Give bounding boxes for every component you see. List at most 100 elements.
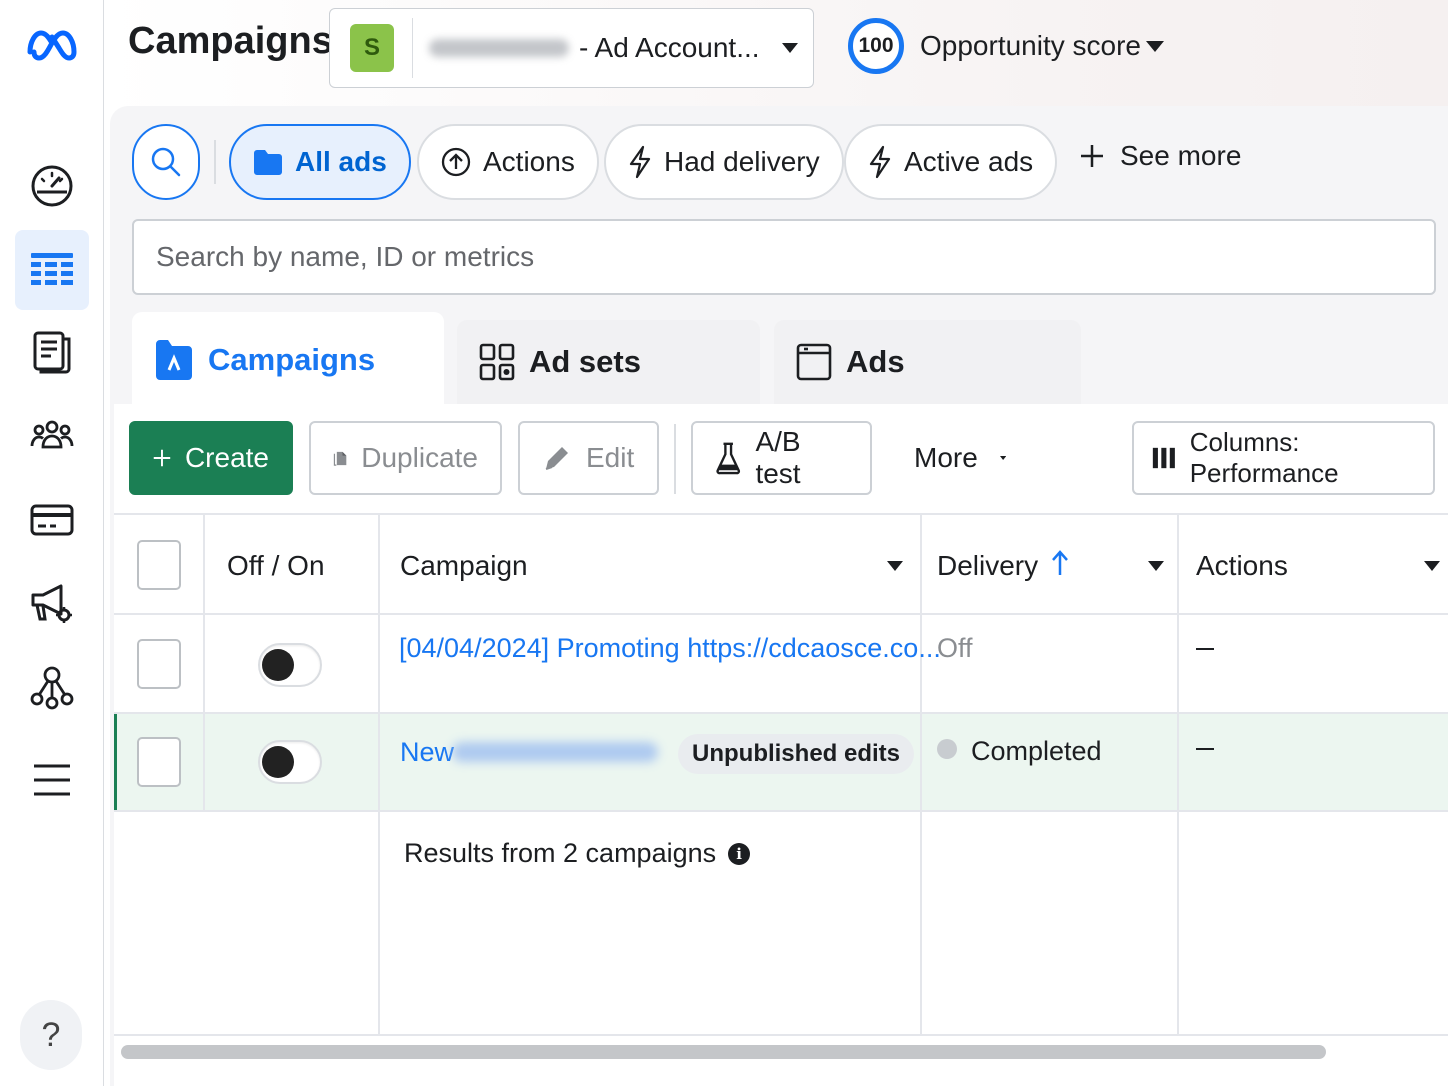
- divider: [114, 1034, 1448, 1036]
- left-nav-rail: ?: [0, 0, 104, 1086]
- divider: [412, 18, 413, 78]
- campaign-on-off-toggle[interactable]: [258, 643, 322, 687]
- more-label: More: [914, 442, 978, 473]
- actions-empty-value: [1196, 648, 1214, 650]
- folder-icon: [254, 150, 282, 175]
- column-header-actions[interactable]: Actions: [1196, 550, 1288, 582]
- pages-icon: [33, 331, 71, 374]
- search-input[interactable]: [132, 219, 1436, 295]
- divider: [203, 513, 205, 812]
- all-tools-menu-icon: [34, 764, 70, 796]
- chip-label: Active ads: [904, 146, 1034, 177]
- chip-label: Actions: [483, 146, 575, 177]
- help-button[interactable]: ?: [20, 1000, 82, 1070]
- account-avatar: S: [350, 24, 394, 72]
- filter-chip-actions[interactable]: Actions: [417, 124, 599, 200]
- business-network-icon: [30, 666, 74, 710]
- tab-campaigns[interactable]: Campaigns: [132, 312, 444, 408]
- ad-account-selector[interactable]: S - Ad Account...: [329, 8, 814, 88]
- delivery-status: Off: [937, 633, 973, 663]
- columns-performance-button[interactable]: Columns: Performance: [1132, 421, 1435, 495]
- opportunity-score-badge[interactable]: 100: [848, 18, 904, 74]
- billing-card-icon: [30, 504, 74, 536]
- unpublished-edits-badge: Unpublished edits: [678, 734, 915, 774]
- nav-audiences[interactable]: [15, 396, 89, 476]
- row-checkbox[interactable]: [137, 639, 181, 689]
- tab-label: Ads: [846, 344, 905, 379]
- duplicate-button[interactable]: Duplicate: [309, 421, 502, 495]
- horizontal-scrollbar[interactable]: [121, 1045, 1326, 1059]
- toggle-knob: [262, 746, 294, 778]
- see-more-filters-button[interactable]: See more: [1080, 140, 1241, 172]
- edit-label: Edit: [586, 442, 635, 473]
- tab-ad-sets[interactable]: Ad sets: [457, 320, 760, 404]
- column-header-off-on[interactable]: Off / On: [227, 550, 325, 582]
- column-header-label: Delivery: [937, 550, 1039, 581]
- flask-icon: [716, 442, 741, 475]
- lightning-icon: [629, 145, 651, 179]
- opportunity-score-label[interactable]: Opportunity score: [920, 30, 1141, 62]
- arrow-up-circle-icon: [441, 147, 471, 177]
- chip-label: All ads: [295, 146, 387, 177]
- tab-label: Ad sets: [529, 344, 641, 379]
- duplicate-icon: [333, 451, 347, 466]
- nav-all-tools[interactable]: [15, 740, 89, 820]
- caret-down-icon: [999, 456, 1006, 460]
- select-all-checkbox[interactable]: [137, 540, 181, 590]
- tab-ads[interactable]: Ads: [774, 320, 1081, 404]
- filter-chip-all-ads[interactable]: All ads: [229, 124, 411, 200]
- nav-ad-settings[interactable]: [15, 564, 89, 644]
- caret-down-icon[interactable]: [1146, 41, 1164, 52]
- divider: [214, 140, 216, 184]
- caret-down-icon[interactable]: [1148, 561, 1164, 571]
- campaign-on-off-toggle[interactable]: [258, 740, 322, 784]
- ab-test-button[interactable]: A/B test: [691, 421, 872, 495]
- nav-business[interactable]: [15, 648, 89, 728]
- ad-settings-icon: [31, 584, 72, 623]
- row-selected-indicator: [114, 714, 117, 810]
- redacted-account-name: [429, 39, 569, 57]
- divider: [1177, 513, 1179, 1036]
- campaign-table-icon: [31, 253, 73, 285]
- campaign-name-link[interactable]: [04/04/2024] Promoting https://cdcaosce.…: [399, 633, 941, 664]
- campaign-icon: [156, 340, 192, 380]
- account-name: - Ad Account...: [579, 32, 760, 63]
- results-summary: Results from 2 campaigns i: [404, 838, 751, 869]
- edit-button[interactable]: Edit: [518, 421, 659, 495]
- column-header-delivery[interactable]: Delivery: [937, 550, 1070, 582]
- sort-ascending-icon: [1052, 550, 1069, 575]
- nav-billing[interactable]: [15, 480, 89, 560]
- audiences-icon: [30, 420, 74, 449]
- ab-test-label: A/B test: [755, 426, 801, 489]
- info-icon[interactable]: i: [728, 842, 751, 865]
- actions-empty-value: [1196, 748, 1214, 750]
- divider: [674, 424, 676, 494]
- plus-icon: [153, 449, 171, 467]
- nav-pages[interactable]: [15, 312, 89, 392]
- nav-dashboard[interactable]: [15, 146, 89, 226]
- divider: [114, 513, 1448, 515]
- pencil-icon: [545, 447, 568, 470]
- columns-icon: [1152, 447, 1175, 469]
- row-checkbox[interactable]: [137, 737, 181, 787]
- divider: [920, 513, 922, 1036]
- caret-down-icon[interactable]: [1424, 561, 1440, 571]
- filter-chip-active-ads[interactable]: Active ads: [844, 124, 1058, 200]
- status-dot: [937, 739, 957, 759]
- nav-campaigns[interactable]: [15, 230, 89, 310]
- meta-logo-icon[interactable]: [24, 24, 80, 64]
- search-toggle-button[interactable]: [132, 124, 200, 200]
- delivery-status: Completed: [971, 736, 1102, 766]
- caret-down-icon: [781, 43, 798, 53]
- page-title: Campaigns: [128, 20, 333, 62]
- column-header-campaign[interactable]: Campaign: [400, 550, 528, 582]
- lightning-icon: [869, 145, 891, 179]
- campaign-name-link[interactable]: New: [400, 737, 454, 768]
- create-button[interactable]: Create: [129, 421, 293, 495]
- chip-label: Had delivery: [664, 146, 820, 177]
- caret-down-icon[interactable]: [887, 561, 903, 571]
- grid-icon: [479, 343, 515, 381]
- see-more-label: See more: [1120, 140, 1242, 171]
- more-dropdown[interactable]: More: [890, 421, 1030, 495]
- filter-chip-had-delivery[interactable]: Had delivery: [604, 124, 844, 200]
